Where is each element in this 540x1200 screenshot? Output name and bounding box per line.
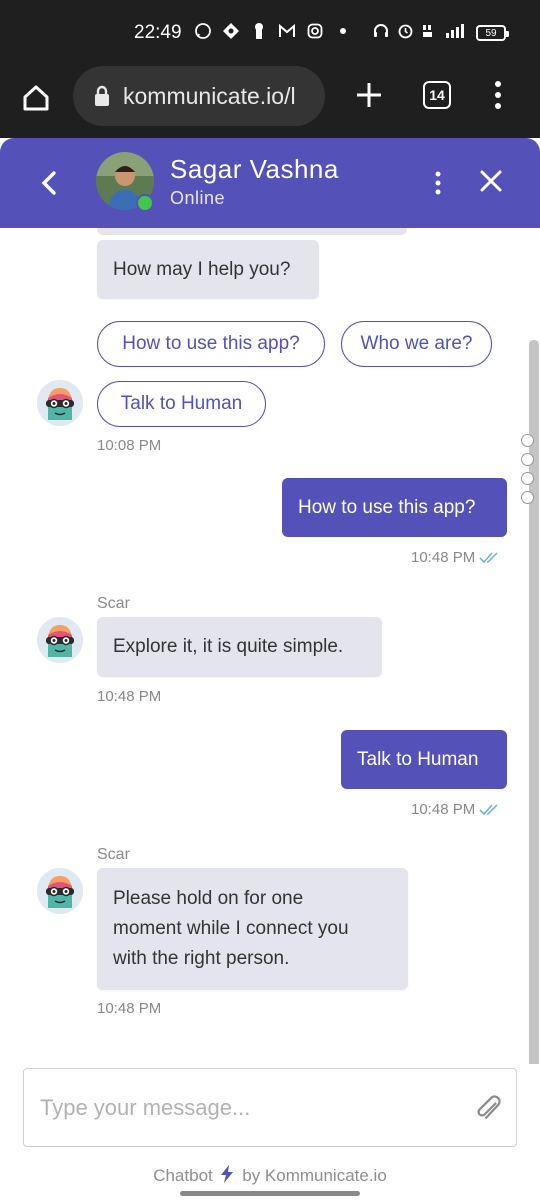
sender-name: Scar — [97, 595, 130, 612]
incoming-message: How may I help you? — [97, 240, 319, 299]
lightning-icon — [221, 1165, 234, 1183]
tab-switcher-button[interactable]: 14 — [423, 81, 451, 109]
status-bar: 22:49 59 — [0, 0, 540, 66]
sender-name: Scar — [97, 846, 130, 863]
previous-message-bubble — [97, 228, 407, 235]
chat-options-button[interactable] — [428, 168, 448, 198]
conversation[interactable]: How may I help you? How to use this app?… — [0, 228, 540, 1064]
dot-icon — [334, 22, 352, 40]
message-line: moment while I connect you — [113, 918, 349, 939]
home-button[interactable] — [18, 80, 54, 116]
browser-menu-button[interactable] — [484, 78, 512, 112]
signal-4g-icon — [444, 23, 468, 44]
whatsapp-icon — [194, 22, 212, 40]
footer-suffix: by Kommunicate.io — [242, 1166, 387, 1185]
battery-indicator: 59 — [476, 25, 509, 41]
system-icons: 59 — [373, 22, 509, 44]
headset-icon — [373, 23, 389, 44]
quick-reply-who-we-are[interactable]: Who we are? — [341, 321, 492, 367]
powered-by-footer[interactable]: Chatbot by Kommunicate.io — [0, 1164, 540, 1186]
url-text: kommunicate.io/l — [123, 82, 296, 109]
chevron-left-icon — [41, 171, 56, 195]
floating-handle[interactable] — [521, 434, 534, 504]
bot-avatar — [37, 868, 83, 914]
timestamp-text: 10:48 PM — [411, 801, 476, 818]
chat-header: Sagar Vashna Online — [0, 138, 540, 228]
message-timestamp: 10:48 PM — [411, 549, 511, 566]
instagram-icon — [306, 22, 324, 40]
plus-icon — [357, 83, 381, 107]
robot-icon — [37, 617, 83, 663]
location-icon — [222, 22, 240, 40]
handle-dot — [521, 453, 534, 466]
outgoing-message: Talk to Human — [341, 730, 507, 789]
incoming-message: Explore it, it is quite simple. — [97, 617, 382, 677]
message-input[interactable]: Type your message... — [23, 1068, 517, 1147]
quick-reply-talk-to-human[interactable]: Talk to Human — [97, 381, 266, 427]
robot-icon — [37, 380, 83, 426]
keyhole-icon — [250, 22, 268, 40]
double-check-icon — [479, 552, 498, 564]
agent-name: Sagar Vashna — [170, 154, 339, 184]
gesture-bar — [180, 1191, 360, 1196]
handle-dot — [521, 491, 534, 504]
handle-dot — [521, 472, 534, 485]
volte-icon — [422, 23, 436, 44]
more-vert-icon — [435, 171, 441, 195]
address-bar[interactable]: kommunicate.io/l — [73, 66, 325, 126]
back-button[interactable] — [36, 168, 62, 198]
message-input-placeholder: Type your message... — [40, 1095, 251, 1120]
lock-icon — [95, 85, 109, 106]
gmail-icon — [278, 22, 296, 40]
footer-prefix: Chatbot — [153, 1166, 213, 1185]
new-tab-button[interactable] — [352, 78, 386, 112]
message-timestamp: 10:48 PM — [97, 1000, 162, 1017]
close-chat-button[interactable] — [476, 166, 506, 196]
message-timestamp: 10:08 PM — [97, 437, 162, 454]
alarm-icon — [397, 22, 414, 44]
bot-avatar — [37, 380, 83, 426]
agent-status: Online — [170, 188, 226, 208]
timestamp-text: 10:48 PM — [411, 549, 476, 566]
handle-dot — [521, 434, 534, 447]
quick-reply-how-to-use[interactable]: How to use this app? — [97, 321, 325, 367]
robot-icon — [37, 868, 83, 914]
message-line: Please hold on for one — [113, 888, 304, 909]
message-timestamp: 10:48 PM — [97, 688, 162, 705]
bot-avatar — [37, 617, 83, 663]
message-timestamp: 10:48 PM — [411, 801, 511, 818]
more-vert-icon — [495, 81, 501, 109]
status-time: 22:49 — [134, 22, 182, 43]
close-icon — [480, 170, 502, 192]
incoming-message: Please hold on for one moment while I co… — [97, 868, 408, 990]
home-icon — [23, 85, 49, 111]
message-line: with the right person. — [113, 948, 290, 969]
browser-toolbar: kommunicate.io/l 14 — [0, 66, 540, 138]
online-status-dot — [136, 194, 154, 212]
double-check-icon — [479, 804, 498, 816]
notification-icons — [194, 22, 352, 40]
attach-button[interactable] — [474, 1093, 504, 1123]
outgoing-message: How to use this app? — [282, 478, 507, 537]
paperclip-icon — [477, 1095, 501, 1119]
